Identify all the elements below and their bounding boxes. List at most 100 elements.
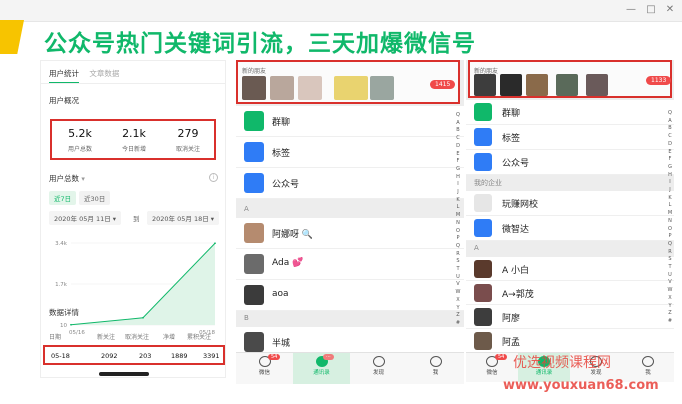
alphabet-index-letter[interactable]: R bbox=[666, 249, 674, 257]
alphabet-index-letter[interactable]: D bbox=[454, 143, 462, 151]
contact-item[interactable]: 阿孟 bbox=[466, 329, 674, 353]
alphabet-index-letter[interactable]: N bbox=[454, 220, 462, 228]
alphabet-index[interactable]: Q A B C D E F G H I J K L M N O P Q R S T U V W X Y Z # bbox=[454, 112, 462, 328]
contact-item[interactable]: 阿娜呀 🔍 bbox=[236, 218, 464, 249]
alphabet-index-letter[interactable]: M bbox=[666, 210, 674, 218]
alphabet-index-letter[interactable]: Q bbox=[666, 110, 674, 118]
tab-user-stats[interactable]: 用户统计 bbox=[49, 68, 79, 84]
list-item-official-accounts[interactable]: 公众号 bbox=[236, 168, 464, 199]
alphabet-index-letter[interactable]: P bbox=[666, 233, 674, 241]
alphabet-index[interactable]: Q A B C D E F G H I J K L M N O P Q R S T U V W X Y Z # bbox=[666, 110, 674, 326]
alphabet-index-letter[interactable]: I bbox=[666, 179, 674, 187]
tab-article-data[interactable]: 文章数据 bbox=[89, 68, 119, 79]
list-item-tags[interactable]: 标签 bbox=[236, 137, 464, 168]
contact-item[interactable]: A 小白 bbox=[466, 257, 674, 281]
alphabet-index-letter[interactable]: K bbox=[454, 197, 462, 205]
alphabet-index-letter[interactable]: K bbox=[666, 195, 674, 203]
alphabet-index-letter[interactable]: Q bbox=[454, 112, 462, 120]
tab-me[interactable]: 我 bbox=[407, 353, 464, 376]
table-row[interactable]: 05-18 2092 203 1889 3391 bbox=[43, 345, 225, 365]
contact-item[interactable]: A→郭茂 bbox=[466, 281, 674, 305]
alphabet-index-letter[interactable]: H bbox=[666, 172, 674, 180]
y-tick-label: 3.4k bbox=[55, 241, 68, 247]
alphabet-index-letter[interactable]: Y bbox=[454, 305, 462, 313]
range-7d-button[interactable]: 近7日 bbox=[49, 191, 77, 205]
new-friends-box[interactable]: 新的朋友 1415 bbox=[236, 60, 460, 104]
alphabet-index-letter[interactable]: S bbox=[666, 256, 674, 264]
alphabet-index-letter[interactable]: G bbox=[454, 166, 462, 174]
alphabet-index-letter[interactable]: Q bbox=[666, 241, 674, 249]
date-to-select[interactable]: 2020年 05月 18日 ▾ bbox=[147, 211, 220, 225]
alphabet-index-letter[interactable]: E bbox=[454, 151, 462, 159]
alphabet-index-letter[interactable]: T bbox=[454, 266, 462, 274]
alphabet-index-letter[interactable]: R bbox=[454, 251, 462, 259]
alphabet-index-letter[interactable]: A bbox=[666, 118, 674, 126]
contact-item[interactable]: Ada 💕 bbox=[236, 249, 464, 280]
alphabet-index-letter[interactable]: C bbox=[666, 133, 674, 141]
alphabet-index-letter[interactable]: V bbox=[666, 279, 674, 287]
alphabet-index-letter[interactable]: I bbox=[454, 181, 462, 189]
alphabet-index-letter[interactable]: Z bbox=[454, 312, 462, 320]
alphabet-index-letter[interactable]: U bbox=[666, 272, 674, 280]
tab-me[interactable]: 我 bbox=[622, 353, 674, 376]
alphabet-index-letter[interactable]: # bbox=[454, 320, 462, 328]
total-users-selector[interactable]: 用户总数 ▾ bbox=[49, 173, 85, 184]
list-item-tags[interactable]: 标签 bbox=[466, 125, 674, 150]
alphabet-index-letter[interactable]: Y bbox=[666, 303, 674, 311]
list-item-enterprise[interactable]: 微智达 bbox=[466, 216, 674, 241]
horizontal-scrollbar[interactable] bbox=[99, 372, 149, 376]
list-item-enterprise[interactable]: 玩赚网校 bbox=[466, 191, 674, 216]
analytics-tabs: 用户统计 文章数据 bbox=[49, 68, 127, 84]
contact-name: 阿廖 bbox=[502, 314, 521, 324]
alphabet-index-letter[interactable]: A bbox=[454, 120, 462, 128]
alphabet-index-letter[interactable]: P bbox=[454, 235, 462, 243]
alphabet-index-letter[interactable]: F bbox=[666, 156, 674, 164]
minimize-button[interactable]: — bbox=[624, 3, 638, 17]
alphabet-index-letter[interactable]: V bbox=[454, 281, 462, 289]
contact-item[interactable]: 阿廖 bbox=[466, 305, 674, 329]
contact-name: A→郭茂 bbox=[502, 290, 534, 300]
tab-contacts[interactable]: 通讯录 ··· bbox=[293, 353, 350, 376]
tab-chats[interactable]: 微信 54 bbox=[466, 353, 518, 376]
alphabet-index-letter[interactable]: E bbox=[666, 149, 674, 157]
alphabet-index-letter[interactable]: X bbox=[454, 297, 462, 305]
list-item-label: 群聊 bbox=[502, 109, 521, 119]
alphabet-index-letter[interactable]: X bbox=[666, 295, 674, 303]
alphabet-index-letter[interactable]: Z bbox=[666, 310, 674, 318]
maximize-button[interactable]: □ bbox=[644, 3, 658, 17]
alphabet-index-letter[interactable]: F bbox=[454, 158, 462, 166]
alphabet-index-letter[interactable]: O bbox=[666, 226, 674, 234]
alphabet-index-letter[interactable]: J bbox=[666, 187, 674, 195]
alphabet-index-letter[interactable]: B bbox=[666, 125, 674, 133]
alphabet-index-letter[interactable]: S bbox=[454, 258, 462, 266]
alphabet-index-letter[interactable]: L bbox=[666, 202, 674, 210]
tab-discover[interactable]: 发现 bbox=[350, 353, 407, 376]
alphabet-index-letter[interactable]: # bbox=[666, 318, 674, 326]
list-item-official-accounts[interactable]: 公众号 bbox=[466, 150, 674, 175]
home-icon bbox=[474, 219, 492, 237]
info-icon[interactable]: i bbox=[209, 173, 218, 182]
date-from-select[interactable]: 2020年 05月 11日 ▾ bbox=[49, 211, 122, 225]
alphabet-index-letter[interactable]: W bbox=[454, 289, 462, 297]
tab-chats[interactable]: 微信 54 bbox=[236, 353, 293, 376]
close-button[interactable]: ✕ bbox=[663, 3, 677, 17]
alphabet-index-letter[interactable]: W bbox=[666, 287, 674, 295]
alphabet-index-letter[interactable]: L bbox=[454, 204, 462, 212]
range-30d-button[interactable]: 近30日 bbox=[79, 191, 111, 205]
alphabet-index-letter[interactable]: Q bbox=[454, 243, 462, 251]
alphabet-index-letter[interactable]: O bbox=[454, 228, 462, 236]
alphabet-index-letter[interactable]: U bbox=[454, 274, 462, 282]
alphabet-index-letter[interactable]: D bbox=[666, 141, 674, 149]
alphabet-index-letter[interactable]: M bbox=[454, 212, 462, 220]
alphabet-index-letter[interactable]: J bbox=[454, 189, 462, 197]
alphabet-index-letter[interactable]: C bbox=[454, 135, 462, 143]
alphabet-index-letter[interactable]: N bbox=[666, 218, 674, 226]
contact-item[interactable]: aoa bbox=[236, 280, 464, 311]
alphabet-index-letter[interactable]: H bbox=[454, 174, 462, 182]
list-item-group-chat[interactable]: 群聊 bbox=[466, 100, 674, 125]
alphabet-index-letter[interactable]: B bbox=[454, 127, 462, 135]
new-friends-box[interactable]: 新的朋友 1133 bbox=[468, 60, 672, 98]
list-item-group-chat[interactable]: 群聊 bbox=[236, 106, 464, 137]
alphabet-index-letter[interactable]: T bbox=[666, 264, 674, 272]
alphabet-index-letter[interactable]: G bbox=[666, 164, 674, 172]
